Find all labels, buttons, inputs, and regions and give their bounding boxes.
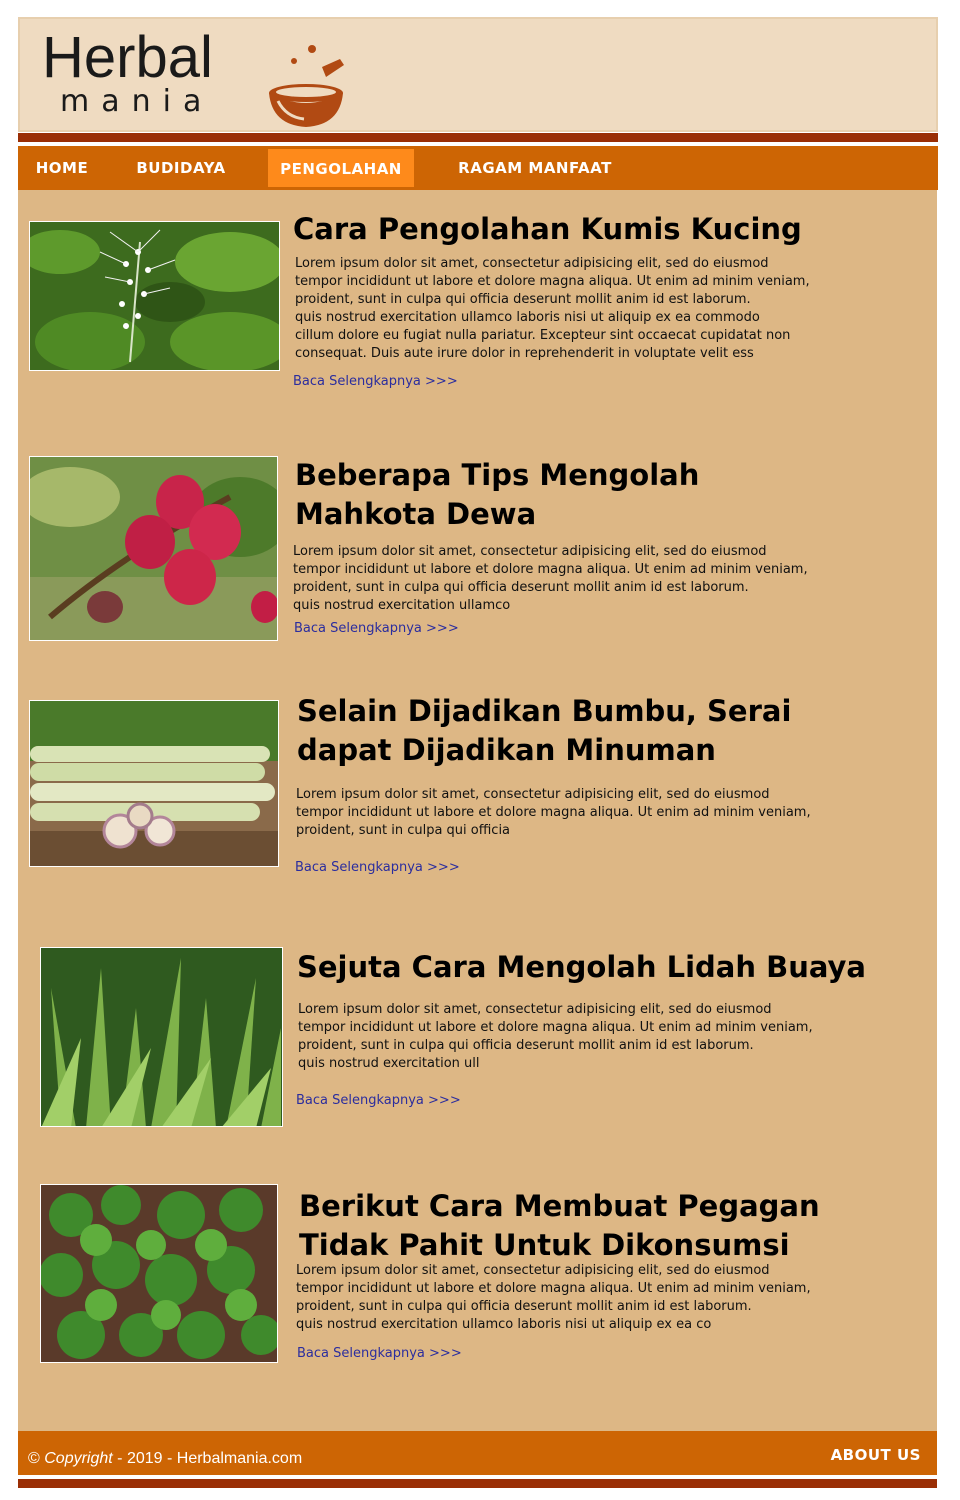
read-more-link[interactable]: Baca Selengkapnya >>>: [297, 1346, 462, 1361]
nav-item-ragam-manfaat[interactable]: RAGAM MANFAAT: [444, 146, 626, 190]
article-excerpt: Lorem ipsum dolor sit amet, consectetur …: [295, 256, 810, 361]
header-divider-bar: [18, 133, 938, 142]
article-excerpt: Lorem ipsum dolor sit amet, consectetur …: [296, 1263, 811, 1332]
article-image[interactable]: [29, 221, 280, 371]
article-image[interactable]: [40, 947, 283, 1127]
article-image[interactable]: [40, 1184, 278, 1363]
about-us-link[interactable]: ABOUT US: [831, 1446, 921, 1464]
serai-photo-icon: [30, 701, 278, 866]
copyright-symbol: ©: [28, 1450, 40, 1467]
read-more-link[interactable]: Baca Selengkapnya >>>: [296, 1093, 461, 1108]
article-title[interactable]: Selain Dijadikan Bumbu, Serai dapat Dija…: [297, 692, 857, 770]
copyright-word: Copyright: [44, 1450, 113, 1467]
article-excerpt: Lorem ipsum dolor sit amet, consectetur …: [296, 787, 811, 838]
article-title[interactable]: Berikut Cara Membuat Pegagan Tidak Pahit…: [299, 1187, 859, 1265]
read-more-link[interactable]: Baca Selengkapnya >>>: [294, 621, 459, 636]
article-card: Sejuta Cara Mengolah Lidah Buaya Lorem i…: [18, 920, 937, 1170]
article-title[interactable]: Cara Pengolahan Kumis Kucing: [293, 210, 853, 249]
article-title[interactable]: Beberapa Tips Mengolah Mahkota Dewa: [295, 456, 855, 534]
lidah-buaya-photo-icon: [41, 948, 282, 1126]
article-image[interactable]: [29, 456, 278, 641]
site-logo[interactable]: Herbal mania: [42, 25, 344, 127]
nav-item-pengolahan[interactable]: PENGOLAHAN: [268, 149, 414, 187]
main-nav: HOME BUDIDAYA PENGOLAHAN RAGAM MANFAAT: [18, 146, 938, 190]
footer-divider-bar: [18, 1479, 937, 1488]
article-card: Beberapa Tips Mengolah Mahkota Dewa Lore…: [18, 430, 937, 670]
read-more-link[interactable]: Baca Selengkapnya >>>: [295, 860, 460, 875]
article-excerpt: Lorem ipsum dolor sit amet, consectetur …: [298, 1002, 813, 1071]
pegagan-photo-icon: [41, 1185, 277, 1362]
nav-item-budidaya[interactable]: BUDIDAYA: [128, 146, 234, 190]
mahkota-dewa-photo-icon: [30, 457, 277, 640]
site-header: Herbal mania: [18, 17, 938, 132]
read-more-link[interactable]: Baca Selengkapnya >>>: [293, 374, 458, 389]
nav-item-home[interactable]: HOME: [26, 146, 98, 190]
kumis-kucing-photo-icon: [30, 222, 279, 370]
logo-text-mania: mania: [60, 84, 214, 119]
article-card: Berikut Cara Membuat Pegagan Tidak Pahit…: [18, 1170, 937, 1410]
article-card: Selain Dijadikan Bumbu, Serai dapat Dija…: [18, 670, 937, 920]
article-title[interactable]: Sejuta Cara Mengolah Lidah Buaya: [297, 948, 897, 987]
site-footer: © Copyright - 2019 - Herbalmania.com ABO…: [18, 1431, 937, 1475]
article-image[interactable]: [29, 700, 279, 867]
copyright-text: © Copyright - 2019 - Herbalmania.com: [28, 1450, 302, 1468]
article-excerpt: Lorem ipsum dolor sit amet, consectetur …: [293, 544, 808, 613]
logo-text-herbal: Herbal: [42, 25, 213, 90]
copyright-rest: - 2019 - Herbalmania.com: [112, 1450, 303, 1467]
article-card: Cara Pengolahan Kumis Kucing Lorem ipsum…: [18, 190, 937, 430]
main-content: Cara Pengolahan Kumis Kucing Lorem ipsum…: [18, 190, 937, 1431]
mortar-pestle-icon: [269, 45, 344, 127]
